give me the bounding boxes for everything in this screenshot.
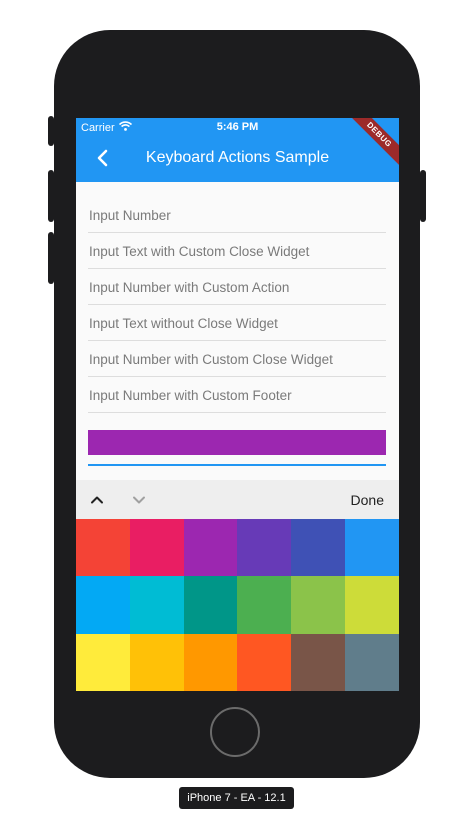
- color-swatch[interactable]: [76, 519, 130, 577]
- chevron-up-icon[interactable]: [88, 491, 106, 509]
- color-swatch[interactable]: [345, 633, 399, 691]
- color-swatch[interactable]: [76, 633, 130, 691]
- app-bar: Keyboard Actions Sample: [76, 136, 399, 182]
- color-swatch[interactable]: [76, 576, 130, 634]
- color-swatch[interactable]: [129, 519, 184, 577]
- keyboard-actions-toolbar: Done: [76, 480, 399, 519]
- device-power-button: [420, 170, 426, 222]
- color-swatch[interactable]: [183, 576, 238, 634]
- color-picker-field[interactable]: [88, 430, 386, 455]
- status-time: 5:46 PM: [216, 121, 259, 133]
- status-bar: Carrier 5:46 PM: [76, 118, 399, 136]
- input-text-without-close-field[interactable]: Input Text without Close Widget: [88, 305, 386, 341]
- color-swatch[interactable]: [183, 519, 238, 577]
- input-number-custom-close-field[interactable]: Input Number with Custom Close Widget: [88, 341, 386, 377]
- color-swatch[interactable]: [291, 633, 346, 691]
- color-swatch[interactable]: [237, 633, 292, 691]
- input-list: Input Number Input Text with Custom Clos…: [88, 197, 386, 413]
- color-swatch[interactable]: [291, 576, 346, 634]
- color-swatch[interactable]: [345, 519, 399, 577]
- color-swatch[interactable]: [129, 576, 184, 634]
- color-swatch[interactable]: [183, 633, 238, 691]
- color-palette: [76, 519, 399, 691]
- color-swatch[interactable]: [237, 519, 292, 577]
- color-swatch[interactable]: [237, 576, 292, 634]
- input-number-custom-action-field[interactable]: Input Number with Custom Action: [88, 269, 386, 305]
- input-text-custom-close-field[interactable]: Input Text with Custom Close Widget: [88, 233, 386, 269]
- input-number-field[interactable]: Input Number: [88, 197, 386, 233]
- app-screen: Carrier 5:46 PM Keyboard Actions Sample …: [76, 118, 399, 691]
- device-label: iPhone 7 - EA - 12.1: [179, 787, 294, 809]
- home-button[interactable]: [210, 707, 260, 757]
- done-button[interactable]: Done: [351, 492, 384, 508]
- focused-field-underline: [88, 464, 386, 466]
- color-swatch[interactable]: [129, 633, 184, 691]
- page-title: Keyboard Actions Sample: [145, 149, 330, 166]
- chevron-down-icon[interactable]: [130, 491, 148, 509]
- color-swatch[interactable]: [345, 576, 399, 634]
- color-swatch[interactable]: [291, 519, 346, 577]
- input-number-custom-footer-field[interactable]: Input Number with Custom Footer: [88, 377, 386, 413]
